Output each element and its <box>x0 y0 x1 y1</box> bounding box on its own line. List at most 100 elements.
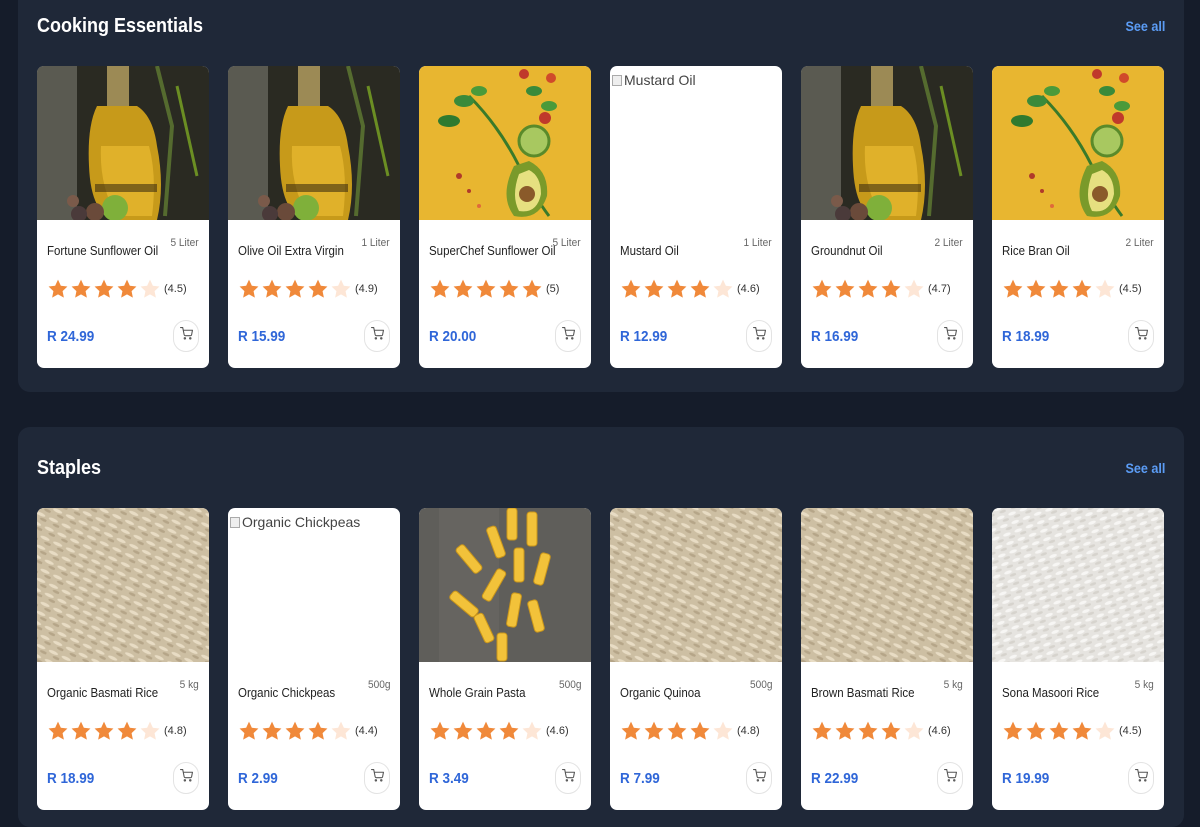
product-price: R 7.99 <box>620 770 660 787</box>
star-icon <box>834 720 856 742</box>
rating-value: (4.5) <box>164 283 187 295</box>
add-to-cart-button[interactable] <box>1128 320 1154 352</box>
shopping-cart-icon <box>179 327 193 345</box>
star-icon <box>330 278 352 300</box>
shopping-cart-icon <box>1134 769 1148 787</box>
star-rating: (4.6) <box>620 278 760 300</box>
product-card[interactable]: SuperChef Sunflower Oil 5 Liter (5) R 20.00 <box>419 66 591 368</box>
star-rating: (4.5) <box>1002 278 1142 300</box>
star-icon <box>70 720 92 742</box>
product-image[interactable] <box>419 66 591 220</box>
star-icon <box>498 720 520 742</box>
section-title: Staples <box>37 457 102 479</box>
product-size: 2 Liter <box>934 237 963 249</box>
product-name: Organic Basmati Rice <box>47 686 159 700</box>
star-icon <box>1002 720 1024 742</box>
star-icon <box>880 278 902 300</box>
product-card[interactable]: Fortune Sunflower Oil 5 Liter (4.5) R 24.99 <box>37 66 209 368</box>
product-card[interactable]: Brown Basmati Rice 5 kg (4.6) R 22.99 <box>801 508 973 810</box>
add-to-cart-button[interactable] <box>173 762 199 794</box>
star-icon <box>712 720 734 742</box>
star-icon <box>521 720 543 742</box>
shopping-cart-icon <box>179 769 193 787</box>
add-to-cart-button[interactable] <box>746 320 772 352</box>
section-title: Cooking Essentials <box>37 15 204 37</box>
product-price: R 18.99 <box>47 770 95 787</box>
product-price: R 20.00 <box>429 328 477 345</box>
add-to-cart-button[interactable] <box>555 320 581 352</box>
image-alt-text: Organic Chickpeas <box>242 514 361 530</box>
product-image[interactable] <box>992 66 1164 220</box>
star-icon <box>70 278 92 300</box>
add-to-cart-button[interactable] <box>746 762 772 794</box>
broken-image-icon <box>230 516 240 528</box>
star-icon <box>689 278 711 300</box>
shopping-cart-icon <box>1134 327 1148 345</box>
product-image[interactable] <box>228 66 400 220</box>
product-image[interactable] <box>37 508 209 662</box>
add-to-cart-button[interactable] <box>1128 762 1154 794</box>
product-card[interactable]: Mustard Oil Mustard Oil 1 Liter (4.6) R 12.9… <box>610 66 782 368</box>
star-icon <box>284 278 306 300</box>
star-rating: (4.4) <box>238 720 378 742</box>
star-icon <box>903 720 925 742</box>
star-icon <box>620 278 642 300</box>
product-card[interactable]: Organic Basmati Rice 5 kg (4.8) R 18.99 <box>37 508 209 810</box>
product-card[interactable]: Organic Quinoa 500g (4.8) R 7.99 <box>610 508 782 810</box>
star-rating: (4.5) <box>47 278 187 300</box>
star-icon <box>330 720 352 742</box>
product-image[interactable] <box>610 508 782 662</box>
star-rating: (4.6) <box>429 720 569 742</box>
product-image[interactable] <box>801 508 973 662</box>
star-icon <box>93 720 115 742</box>
see-all-link[interactable]: See all <box>1125 460 1165 476</box>
add-to-cart-button[interactable] <box>555 762 581 794</box>
product-image[interactable] <box>992 508 1164 662</box>
section-cooking-essentials: Cooking Essentials See all Fortune Sunfl… <box>18 0 1184 392</box>
star-icon <box>857 720 879 742</box>
star-icon <box>857 278 879 300</box>
product-image[interactable]: Organic Chickpeas <box>228 508 400 662</box>
broken-image-alt: Mustard Oil <box>612 72 696 88</box>
star-rating: (4.9) <box>238 278 378 300</box>
star-icon <box>238 278 260 300</box>
product-image[interactable] <box>801 66 973 220</box>
product-image[interactable]: Mustard Oil <box>610 66 782 220</box>
star-icon <box>93 278 115 300</box>
product-image[interactable] <box>37 66 209 220</box>
shopping-cart-icon <box>943 327 957 345</box>
product-size: 500g <box>558 679 581 691</box>
product-card[interactable]: Groundnut Oil 2 Liter (4.7) R 16.99 <box>801 66 973 368</box>
product-card[interactable]: Sona Masoori Rice 5 kg (4.5) R 19.99 <box>992 508 1164 810</box>
product-price: R 15.99 <box>238 328 286 345</box>
product-card[interactable]: Organic Chickpeas Organic Chickpeas 500g (4… <box>228 508 400 810</box>
star-icon <box>643 720 665 742</box>
product-name: Organic Chickpeas <box>238 686 336 700</box>
add-to-cart-button[interactable] <box>937 320 963 352</box>
star-icon <box>1048 720 1070 742</box>
rating-value: (4.8) <box>164 725 187 737</box>
add-to-cart-button[interactable] <box>937 762 963 794</box>
product-size: 5 kg <box>943 679 963 691</box>
star-icon <box>475 720 497 742</box>
product-list: Organic Basmati Rice 5 kg (4.8) R 18.99 Orga… <box>37 508 1164 810</box>
image-alt-text: Mustard Oil <box>624 72 696 88</box>
broken-image-alt: Organic Chickpeas <box>230 514 360 530</box>
shopping-cart-icon <box>370 327 384 345</box>
product-price: R 12.99 <box>620 328 668 345</box>
product-card[interactable]: Whole Grain Pasta 500g (4.6) R 3.49 <box>419 508 591 810</box>
shopping-cart-icon <box>943 769 957 787</box>
product-price: R 2.99 <box>238 770 278 787</box>
broken-image-icon <box>612 74 622 86</box>
product-card[interactable]: Rice Bran Oil 2 Liter (4.5) R 18.99 <box>992 66 1164 368</box>
product-name: Sona Masoori Rice <box>1002 686 1100 700</box>
add-to-cart-button[interactable] <box>364 762 390 794</box>
star-rating: (4.6) <box>811 720 951 742</box>
product-list: Fortune Sunflower Oil 5 Liter (4.5) R 24.99… <box>37 66 1164 368</box>
product-card[interactable]: Olive Oil Extra Virgin 1 Liter (4.9) R 15.9… <box>228 66 400 368</box>
add-to-cart-button[interactable] <box>173 320 199 352</box>
product-size: 5 Liter <box>552 237 581 249</box>
product-image[interactable] <box>419 508 591 662</box>
see-all-link[interactable]: See all <box>1125 18 1165 34</box>
add-to-cart-button[interactable] <box>364 320 390 352</box>
